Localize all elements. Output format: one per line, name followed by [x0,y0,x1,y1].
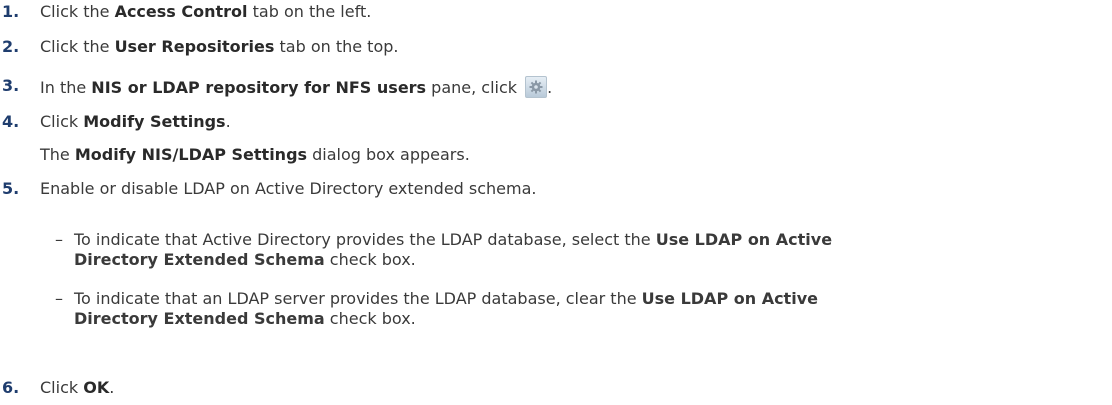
ui-label: Modify NIS/LDAP Settings [74,145,308,164]
bullet-dash: – [55,289,63,308]
step-number: 3. [2,76,20,95]
step-text: In the NIS or LDAP repository for NFS us… [40,76,553,98]
step-text: Click OK. [40,378,115,397]
substep-text: To indicate that Active Directory provid… [74,230,833,269]
ui-label: Modify Settings [83,112,226,131]
step-number: 2. [2,37,20,56]
step-result-text: The Modify NIS/LDAP Settings dialog box … [40,145,470,164]
step-number: 6. [2,378,20,397]
step-text: Click the Access Control tab on the left… [40,2,372,21]
ui-label: NIS or LDAP repository for NFS users [91,78,427,97]
step-number: 5. [2,179,20,198]
step-text: Click Modify Settings. [40,112,231,131]
ui-label: Use LDAP on Active [655,230,833,249]
settings-gear-icon [525,76,548,98]
ui-label: Directory Extended Schema [74,309,325,328]
step-number: 4. [2,112,20,131]
step-number: 1. [2,2,20,21]
step-text: Click the User Repositories tab on the t… [40,37,399,56]
substep-text: To indicate that an LDAP server provides… [74,289,818,328]
step-text: Enable or disable LDAP on Active Directo… [40,179,537,198]
ui-label: OK [83,378,110,397]
ui-label: Directory Extended Schema [74,250,325,269]
bullet-dash: – [55,230,63,249]
ui-label: Use LDAP on Active [641,289,818,308]
ui-label: Access Control [114,2,248,21]
ui-label: User Repositories [114,37,275,56]
substep-2: – To indicate that an LDAP server provid… [55,289,1102,331]
substep-1: – To indicate that Active Directory prov… [55,230,1102,272]
